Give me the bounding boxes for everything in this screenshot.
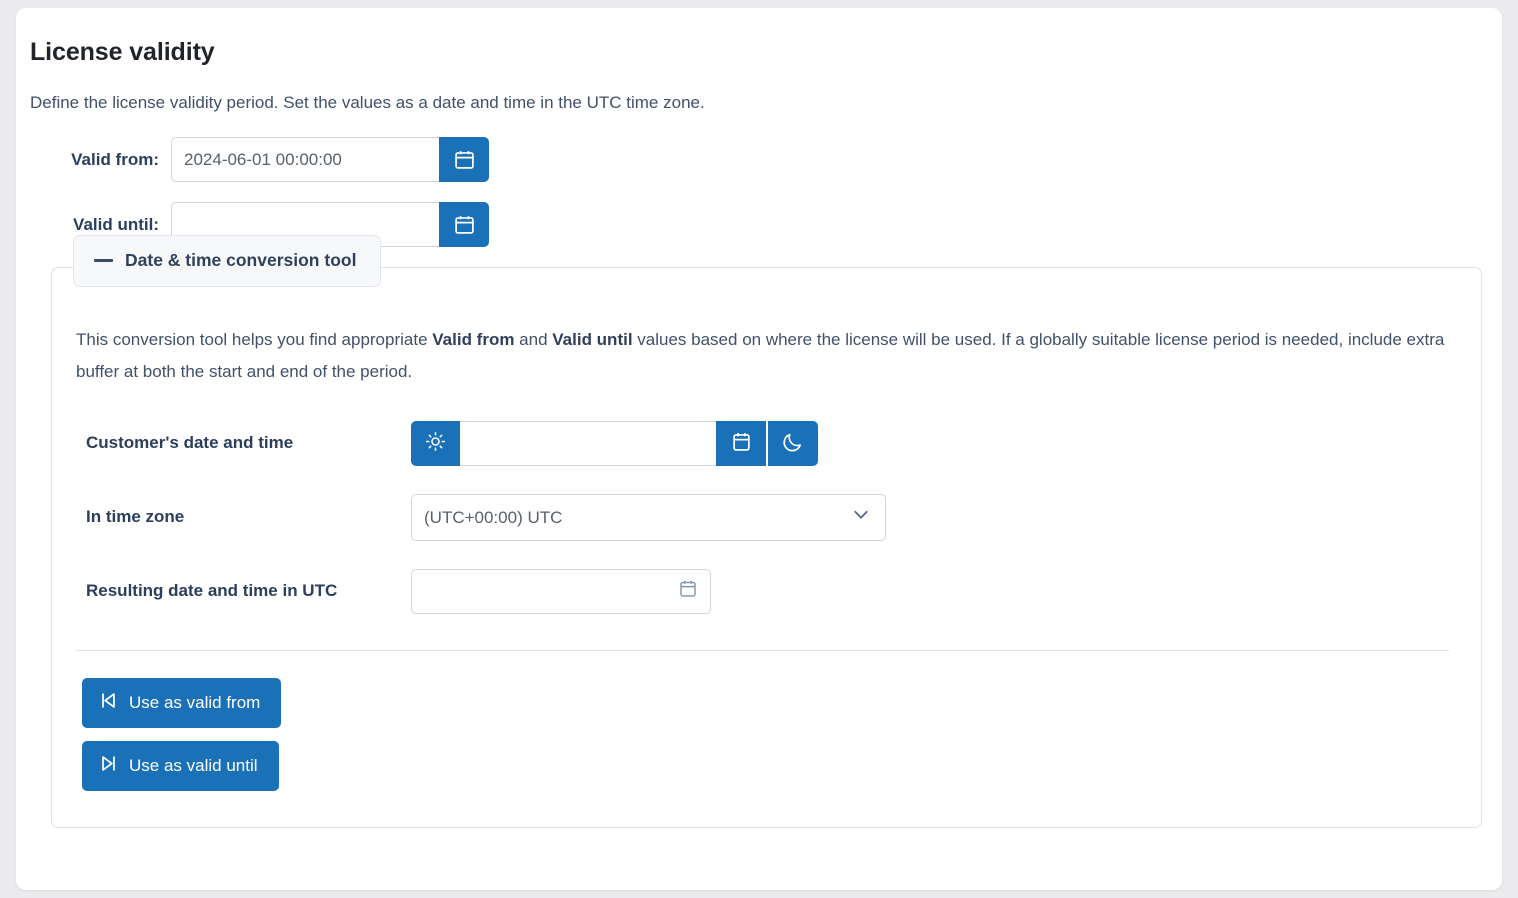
- license-validity-card: License validity Define the license vali…: [16, 8, 1502, 890]
- page-title: License validity: [30, 38, 215, 66]
- calendar-icon: [731, 431, 752, 455]
- conversion-tool-body: This conversion tool helps you find appr…: [51, 267, 1482, 828]
- use-as-valid-until-row: Use as valid until: [76, 728, 1457, 791]
- customer-datetime-label: Customer's date and time: [86, 433, 294, 453]
- time-zone-row: In time zone (UTC+00:00) UTC: [76, 493, 1457, 541]
- conversion-tool-title: Date & time conversion tool: [125, 250, 357, 270]
- start-of-day-button[interactable]: [411, 420, 460, 466]
- desc-part-2: and: [514, 330, 553, 349]
- customer-datetime-input-group: [411, 420, 818, 466]
- valid-from-input-group: [171, 137, 489, 182]
- conversion-tool-collapse-header[interactable]: Date & time conversion tool: [73, 235, 382, 287]
- skip-to-start-icon: [99, 691, 118, 715]
- end-of-day-button[interactable]: [768, 420, 818, 466]
- result-row: Resulting date and time in UTC: [76, 568, 1457, 614]
- page-description: Define the license validity period. Set …: [30, 93, 705, 112]
- valid-from-calendar-button[interactable]: [439, 137, 489, 182]
- desc-bold-valid-until: Valid until: [552, 330, 633, 349]
- conversion-tool-description: This conversion tool helps you find appr…: [76, 324, 1457, 389]
- result-input[interactable]: [411, 568, 711, 614]
- time-zone-select-wrapper: (UTC+00:00) UTC: [411, 493, 886, 541]
- use-as-valid-from-row: Use as valid from: [76, 651, 1457, 728]
- skip-to-end-icon: [99, 754, 118, 778]
- desc-bold-valid-from: Valid from: [432, 330, 515, 349]
- customer-datetime-row: Customer's date and time: [76, 420, 1457, 466]
- use-as-valid-until-label: Use as valid until: [129, 755, 258, 775]
- minus-icon: [94, 259, 113, 262]
- time-zone-select[interactable]: (UTC+00:00) UTC: [411, 493, 886, 541]
- valid-from-row: Valid from:: [30, 137, 1502, 182]
- desc-part-1: This conversion tool helps you find appr…: [76, 330, 433, 349]
- date-time-conversion-tool: Date & time conversion tool This convers…: [51, 235, 1482, 828]
- sun-icon: [425, 431, 446, 455]
- valid-until-calendar-button[interactable]: [439, 202, 489, 247]
- valid-until-label: Valid until:: [73, 214, 159, 234]
- calendar-icon: [454, 214, 475, 235]
- customer-datetime-calendar-button[interactable]: [716, 420, 766, 466]
- valid-from-label: Valid from:: [71, 149, 159, 169]
- use-as-valid-until-button[interactable]: Use as valid until: [82, 740, 279, 791]
- result-input-wrapper: [411, 568, 711, 614]
- time-zone-label: In time zone: [86, 507, 185, 527]
- result-label: Resulting date and time in UTC: [86, 581, 338, 601]
- calendar-icon: [454, 149, 475, 170]
- use-as-valid-from-button[interactable]: Use as valid from: [82, 677, 282, 728]
- use-as-valid-from-label: Use as valid from: [129, 692, 261, 712]
- customer-datetime-input[interactable]: [460, 420, 716, 466]
- valid-from-input[interactable]: [171, 137, 439, 182]
- moon-icon: [782, 431, 804, 456]
